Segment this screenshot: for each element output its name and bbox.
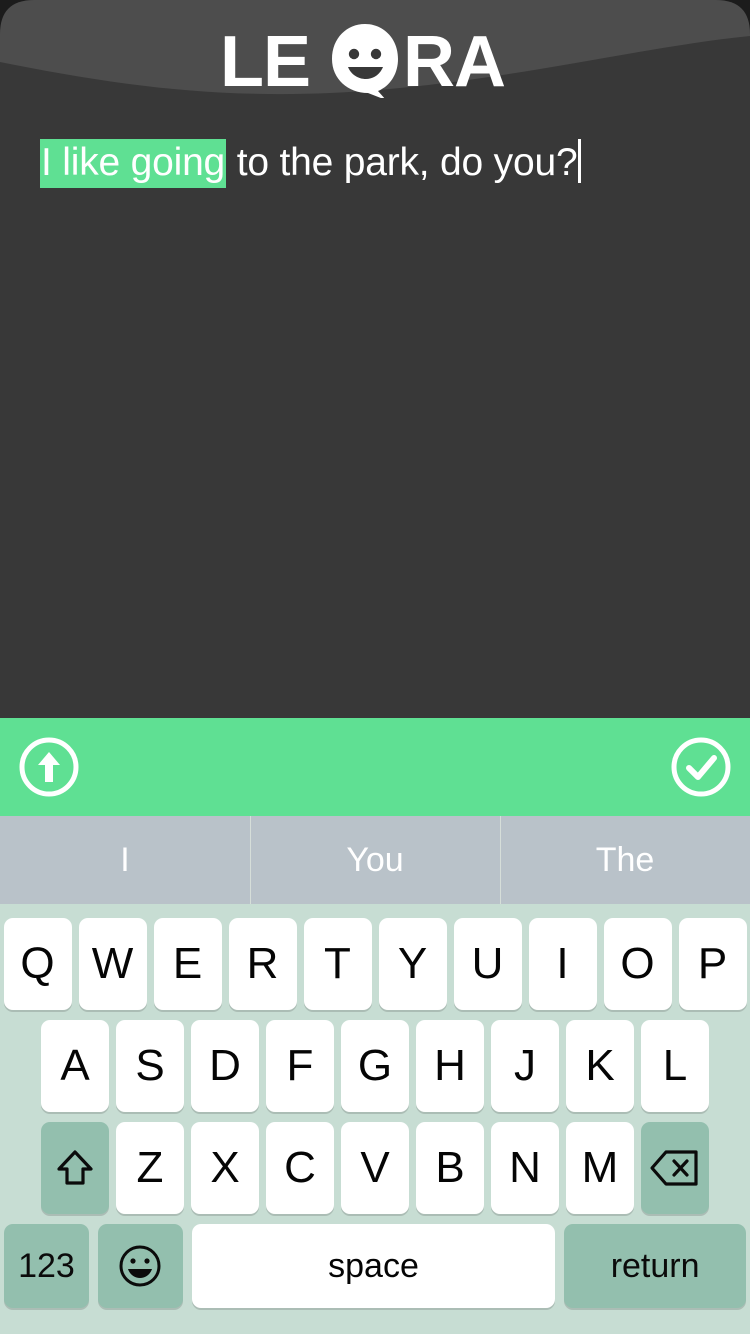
text-caret: [578, 139, 582, 183]
shift-arrow-icon: [57, 1150, 93, 1185]
key-f[interactable]: F: [266, 1020, 334, 1112]
key-r[interactable]: R: [228, 918, 297, 1010]
compose-area[interactable]: I like going to the park, do you?: [0, 106, 750, 718]
key-d[interactable]: D: [191, 1020, 259, 1112]
prediction-item-0[interactable]: I: [0, 816, 250, 904]
keyboard-row-4: 123 space return: [0, 1224, 750, 1308]
keyboard-row-1: Q W E R T Y U I O P: [0, 918, 750, 1010]
key-t[interactable]: T: [303, 918, 372, 1010]
key-k[interactable]: K: [566, 1020, 634, 1112]
key-o[interactable]: O: [603, 918, 672, 1010]
key-p[interactable]: P: [678, 918, 747, 1010]
keyboard-row-3: Z X C V B N M: [0, 1122, 750, 1214]
speak-button[interactable]: [18, 736, 80, 798]
key-y[interactable]: Y: [378, 918, 447, 1010]
key-x[interactable]: X: [191, 1122, 259, 1214]
prediction-bar: I You The: [0, 816, 750, 904]
key-e[interactable]: E: [153, 918, 222, 1010]
key-u[interactable]: U: [453, 918, 522, 1010]
key-z[interactable]: Z: [116, 1122, 184, 1214]
key-i[interactable]: I: [528, 918, 597, 1010]
backspace-icon: [650, 1150, 698, 1186]
arrow-up-circle-icon: [19, 737, 79, 797]
prediction-label: The: [595, 840, 655, 879]
key-j[interactable]: J: [491, 1020, 559, 1112]
key-c[interactable]: C: [266, 1122, 334, 1214]
check-circle-icon: [671, 737, 731, 797]
key-l[interactable]: L: [641, 1020, 709, 1112]
app-header: LE RA: [0, 0, 750, 120]
shift-key[interactable]: [41, 1122, 109, 1214]
key-h[interactable]: H: [416, 1020, 484, 1112]
space-key[interactable]: space: [191, 1224, 556, 1308]
prediction-label: You: [346, 840, 404, 879]
key-m[interactable]: M: [566, 1122, 634, 1214]
confirm-button[interactable]: [670, 736, 732, 798]
emoji-key[interactable]: [97, 1224, 183, 1308]
key-a[interactable]: A: [41, 1020, 109, 1112]
on-screen-keyboard: Q W E R T Y U I O P A S D F G H J K L Z …: [0, 904, 750, 1334]
key-q[interactable]: Q: [3, 918, 72, 1010]
key-n[interactable]: N: [491, 1122, 559, 1214]
keyboard-row-2: A S D F G H J K L: [0, 1020, 750, 1112]
key-b[interactable]: B: [416, 1122, 484, 1214]
action-bar: [0, 718, 750, 816]
key-w[interactable]: W: [78, 918, 147, 1010]
selected-text-highlight[interactable]: I like going: [40, 139, 227, 188]
return-key[interactable]: return: [564, 1224, 746, 1308]
app-root: LE RA I like going to the park, do you?: [0, 0, 750, 1334]
prediction-item-1[interactable]: You: [250, 816, 500, 904]
smiley-face-icon: [119, 1245, 161, 1287]
key-g[interactable]: G: [341, 1020, 409, 1112]
message-textfield[interactable]: I like going to the park, do you?: [40, 137, 720, 189]
message-remaining-text: to the park, do you?: [226, 141, 578, 184]
prediction-label: I: [120, 840, 130, 879]
header-wave-background: [0, 0, 750, 120]
numeric-key[interactable]: 123: [4, 1224, 89, 1308]
key-s[interactable]: S: [116, 1020, 184, 1112]
prediction-item-2[interactable]: The: [500, 816, 750, 904]
backspace-key[interactable]: [641, 1122, 709, 1214]
key-v[interactable]: V: [341, 1122, 409, 1214]
